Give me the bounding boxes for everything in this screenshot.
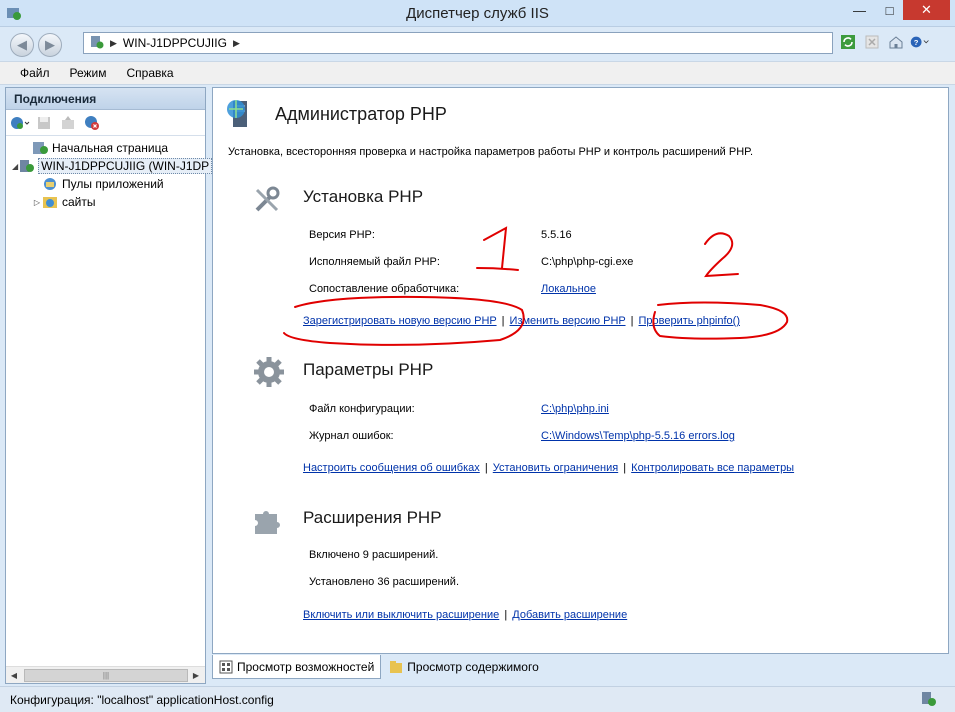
error-log-label: Журнал ошибок:: [309, 430, 394, 442]
tree-item-label: Пулы приложений: [62, 177, 164, 191]
scroll-thumb[interactable]: |||: [24, 668, 188, 682]
connections-toolbar: [6, 110, 205, 136]
puzzle-icon: [251, 504, 283, 536]
server-icon: [18, 159, 35, 173]
forward-button[interactable]: ▶: [38, 33, 62, 57]
status-bar: Конфигурация: "localhost" applicationHos…: [0, 686, 955, 712]
main-content-panel: Администратор PHP Установка, всестороння…: [212, 87, 949, 654]
breadcrumb-server[interactable]: WIN-J1DPPCUJIIG: [123, 36, 227, 50]
close-button[interactable]: ✕: [903, 0, 950, 20]
connection-status-icon: [920, 691, 936, 707]
php-manager-icon: [225, 97, 259, 131]
tree-item-app-pools[interactable]: Пулы приложений: [6, 175, 205, 193]
section-title-extensions: Расширения PHP: [303, 508, 442, 527]
home-icon[interactable]: [886, 32, 906, 52]
link-separator: |: [501, 315, 505, 327]
minimize-button[interactable]: —: [845, 0, 874, 20]
check-phpinfo-link[interactable]: Проверить phpinfo(): [639, 315, 740, 327]
tab-label: Просмотр содержимого: [407, 660, 539, 674]
menu-file[interactable]: Файл: [10, 66, 60, 80]
title-bar: Диспетчер служб IIS — □ ✕: [0, 0, 955, 27]
scroll-left-icon[interactable]: ◀: [6, 667, 22, 683]
install-links: Зарегистрировать новую версию PHP | Изме…: [303, 315, 740, 327]
handler-mapping-label: Сопоставление обработчика:: [309, 283, 460, 295]
tab-features-view[interactable]: Просмотр возможностей: [212, 655, 382, 679]
change-php-version-link[interactable]: Изменить версию PHP: [510, 315, 626, 327]
menu-help[interactable]: Справка: [117, 66, 184, 80]
stop-icon[interactable]: [862, 32, 882, 52]
link-separator: |: [484, 462, 488, 474]
toggle-extension-link[interactable]: Включить или выключить расширение: [303, 609, 499, 621]
gear-icon: [253, 356, 285, 388]
settings-links: Настроить сообщения об ошибках | Установ…: [303, 462, 794, 474]
server-icon: [90, 35, 104, 52]
tree-item-label: сайты: [62, 195, 96, 209]
tree-item-label: WIN-J1DPPCUJIIG (WIN-J1DP: [38, 158, 213, 174]
menu-bar: Файл Режим Справка: [0, 61, 955, 85]
page-description: Установка, всесторонняя проверка и настр…: [228, 146, 754, 158]
connections-tree: Начальная страница ◢ WIN-J1DPPCUJIIG (WI…: [6, 136, 213, 211]
breadcrumb-separator-icon: ▶: [110, 37, 117, 48]
register-php-link[interactable]: Зарегистрировать новую версию PHP: [303, 315, 497, 327]
php-exe-value: C:\php\php-cgi.exe: [541, 256, 634, 268]
tree-item-label: Начальная страница: [52, 141, 169, 155]
features-view-icon: [219, 660, 233, 674]
add-extension-link[interactable]: Добавить расширение: [512, 609, 627, 621]
status-text: Конфигурация: "localhost" applicationHos…: [10, 693, 274, 707]
horizontal-scrollbar[interactable]: ◀ ||| ▶: [6, 666, 205, 683]
content-view-icon: [389, 660, 403, 674]
page-title: Администратор PHP: [275, 104, 447, 124]
php-version-value: 5.5.16: [541, 229, 572, 241]
view-tabs: Просмотр возможностей Просмотр содержимо…: [212, 655, 545, 681]
config-file-link[interactable]: C:\php\php.ini: [541, 403, 609, 415]
tree-item-server[interactable]: ◢ WIN-J1DPPCUJIIG (WIN-J1DP: [6, 157, 213, 175]
tree-collapsed-icon[interactable]: ▷: [32, 198, 42, 207]
tree-item-sites[interactable]: ▷ сайты: [6, 193, 205, 211]
set-limits-link[interactable]: Установить ограничения: [493, 462, 618, 474]
refresh-icon[interactable]: [838, 32, 858, 52]
back-button[interactable]: ◀: [10, 33, 34, 57]
manage-all-settings-link[interactable]: Контролировать все параметры: [631, 462, 794, 474]
disconnect-icon[interactable]: [82, 114, 102, 132]
svg-text:?: ?: [914, 38, 919, 47]
installed-extensions-text: Установлено 36 расширений.: [309, 576, 460, 588]
maximize-button[interactable]: □: [875, 0, 904, 20]
breadcrumb-separator-icon[interactable]: ▶: [233, 38, 240, 49]
php-version-label: Версия PHP:: [309, 229, 375, 241]
extensions-links: Включить или выключить расширение | Доба…: [303, 609, 627, 621]
connect-icon[interactable]: [10, 114, 30, 132]
tools-icon: [251, 184, 283, 216]
tab-content-view[interactable]: Просмотр содержимого: [383, 655, 544, 679]
error-log-link[interactable]: C:\Windows\Temp\php-5.5.16 errors.log: [541, 430, 735, 442]
tree-item-start-page[interactable]: Начальная страница: [6, 139, 205, 157]
start-page-icon: [32, 141, 48, 155]
address-bar[interactable]: ▶ WIN-J1DPPCUJIIG ▶: [83, 32, 833, 54]
section-title-settings: Параметры PHP: [303, 360, 434, 379]
config-file-label: Файл конфигурации:: [309, 403, 415, 415]
scroll-right-icon[interactable]: ▶: [188, 667, 204, 683]
connections-header: Подключения: [6, 88, 205, 110]
link-separator: |: [504, 609, 508, 621]
app-pools-icon: [42, 177, 58, 191]
menu-view[interactable]: Режим: [60, 66, 117, 80]
help-icon[interactable]: ?: [910, 32, 930, 52]
php-exe-label: Исполняемый файл PHP:: [309, 256, 440, 268]
enabled-extensions-text: Включено 9 расширений.: [309, 549, 439, 561]
link-separator: |: [630, 315, 634, 327]
navigation-bar: ◀ ▶ ▶ WIN-J1DPPCUJIIG ▶ ?: [0, 27, 955, 61]
save-icon[interactable]: [34, 114, 54, 132]
sites-icon: [42, 195, 58, 209]
section-title-install: Установка PHP: [303, 187, 424, 206]
up-icon[interactable]: [58, 114, 78, 132]
link-separator: |: [623, 462, 627, 474]
window-title: Диспетчер служб IIS: [406, 5, 549, 22]
connections-panel: Подключения Начальная страница ◢ WIN-J1D…: [5, 87, 213, 684]
tab-label: Просмотр возможностей: [237, 659, 375, 674]
configure-errors-link[interactable]: Настроить сообщения об ошибках: [303, 462, 480, 474]
handler-mapping-link[interactable]: Локальное: [541, 283, 596, 295]
